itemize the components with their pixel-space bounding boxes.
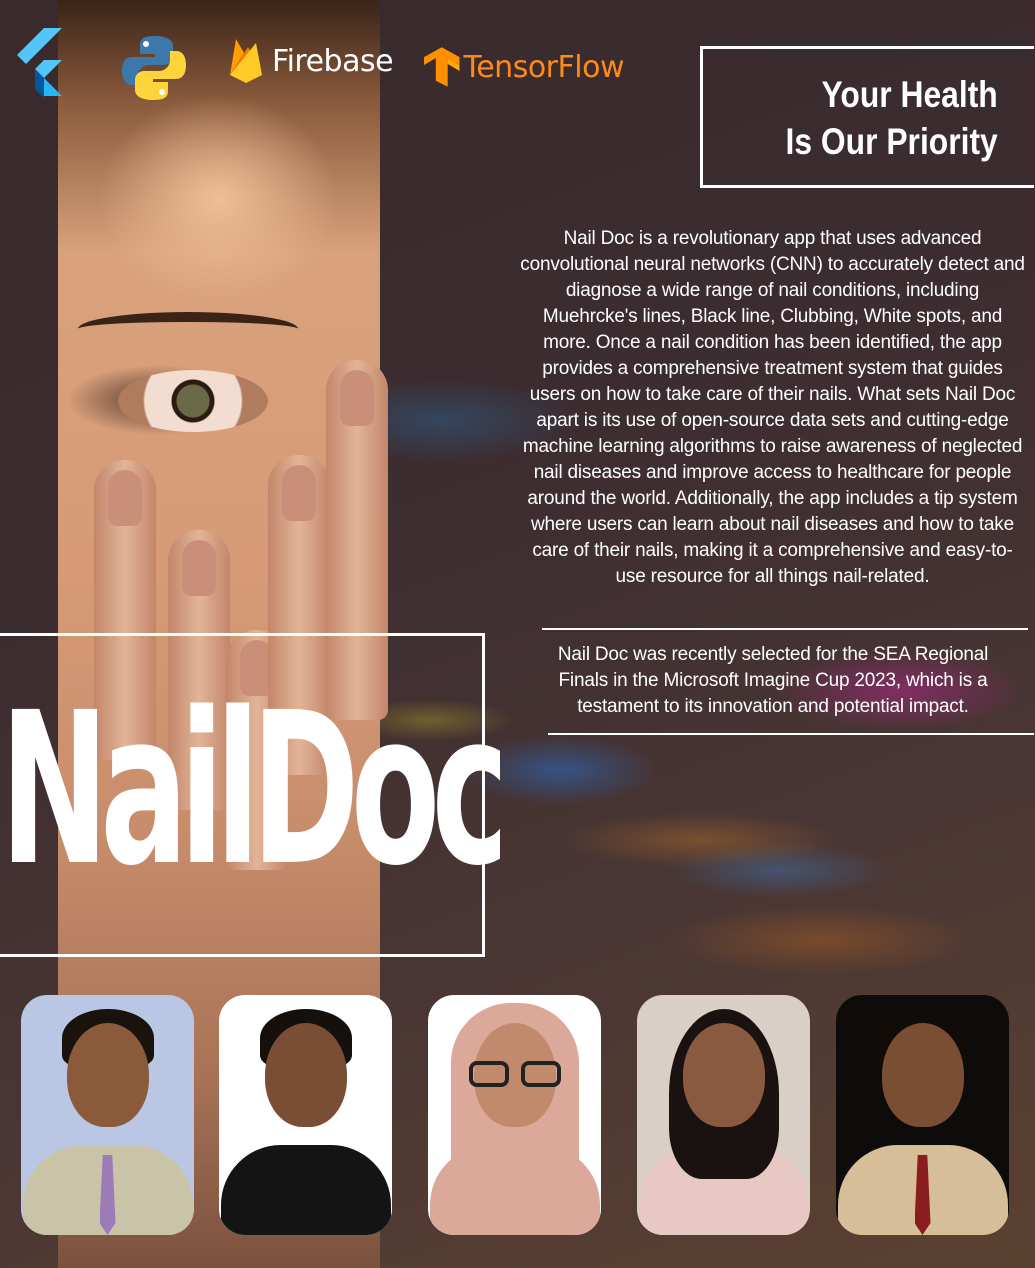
award-statement: Nail Doc was recently selected for the S… <box>557 644 989 717</box>
app-title: NailDoc <box>0 667 509 912</box>
team-member-photo-4 <box>637 995 810 1235</box>
eyeglasses <box>467 1061 563 1089</box>
fingernail <box>108 470 142 526</box>
team-member-photo-5 <box>836 995 1009 1235</box>
app-description: Nail Doc is a revolutionary app that use… <box>520 228 1025 587</box>
flutter-logo-icon <box>17 28 62 98</box>
fingernail <box>340 370 374 426</box>
team-member-photo-1 <box>21 995 194 1235</box>
divider <box>542 628 1028 630</box>
python-logo-icon <box>122 36 186 100</box>
face <box>264 1023 347 1127</box>
tagline-frame: Your Health Is Our Priority <box>700 46 1034 188</box>
firebase-label: Firebase <box>272 43 394 79</box>
fingernail <box>182 540 216 596</box>
fingernail <box>282 465 316 521</box>
eyebrow <box>78 312 298 346</box>
team-member-photo-2 <box>219 995 392 1235</box>
tensorflow-logo: TensorFlow <box>424 44 624 90</box>
team-member-photo-3 <box>428 995 601 1235</box>
tensorflow-icon <box>424 47 460 87</box>
tagline: Your Health Is Our Priority <box>786 71 998 165</box>
torso <box>220 1145 391 1235</box>
tagline-line-2: Is Our Priority <box>785 121 998 162</box>
team-photos <box>0 995 1035 1235</box>
face <box>881 1023 964 1127</box>
face <box>682 1023 765 1127</box>
firebase-logo: Firebase <box>228 36 398 86</box>
firebase-flame-icon <box>230 39 262 83</box>
divider <box>548 733 1034 735</box>
tagline-line-1: Your Health <box>821 74 998 115</box>
face <box>66 1023 149 1127</box>
tensorflow-label: TensorFlow <box>463 49 625 85</box>
eye <box>118 370 268 432</box>
